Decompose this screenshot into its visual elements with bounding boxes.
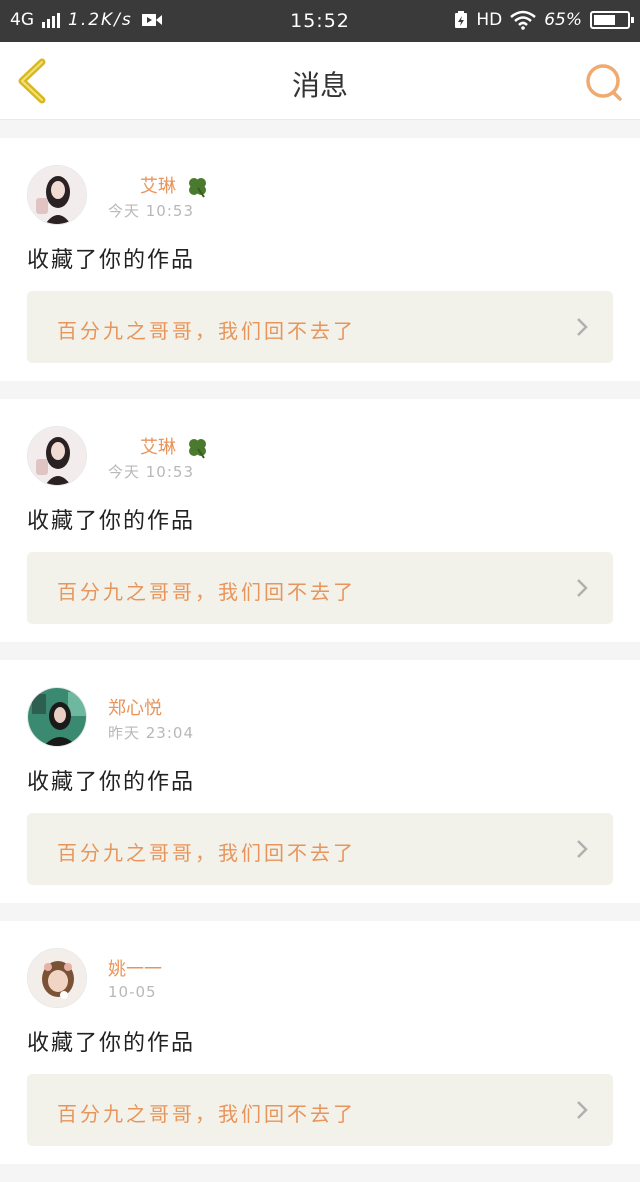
avatar[interactable] — [27, 687, 87, 747]
chevron-right-icon — [577, 579, 588, 597]
nav-bar: 消息 — [0, 42, 640, 120]
message-action: 收藏了你的作品 — [27, 509, 196, 534]
charging-icon — [455, 11, 468, 28]
message-action: 收藏了你的作品 — [27, 770, 196, 795]
message-list: 艾琳 今天 10:53 收藏了你的作品 百分九之哥哥，我们回不去了 艾琳 今天 … — [0, 138, 640, 1182]
chevron-right-icon — [577, 840, 588, 858]
work-title: 百分九之哥哥，我们回不去了 — [57, 1102, 356, 1126]
wifi-icon — [510, 10, 537, 30]
message-time: 今天 10:53 — [108, 463, 194, 481]
page-title: 消息 — [291, 69, 348, 102]
message-time: 10-05 — [108, 983, 157, 1001]
message-card: 艾琳 今天 10:53 收藏了你的作品 百分九之哥哥，我们回不去了 — [0, 138, 640, 381]
battery-percent: 65% — [544, 10, 582, 30]
user-name-text: 艾琳 — [140, 437, 176, 458]
work-link[interactable]: 百分九之哥哥，我们回不去了 — [27, 813, 613, 885]
clover-icon — [188, 178, 206, 198]
avatar[interactable] — [27, 948, 87, 1008]
work-title: 百分九之哥哥，我们回不去了 — [57, 841, 356, 865]
user-name-text: 姚一一 — [108, 959, 162, 980]
user-name-text: 艾琳 — [140, 176, 176, 197]
work-link[interactable]: 百分九之哥哥，我们回不去了 — [27, 291, 613, 363]
chevron-right-icon — [577, 1101, 588, 1119]
hd-label: HD — [476, 10, 503, 30]
message-action: 收藏了你的作品 — [27, 1031, 196, 1056]
user-name[interactable]: 艾琳 — [140, 172, 208, 198]
battery-level — [594, 15, 615, 25]
status-right: HD 65% — [454, 10, 634, 30]
message-action: 收藏了你的作品 — [27, 248, 196, 273]
avatar[interactable] — [27, 165, 87, 225]
user-name-text: 郑心悦 — [108, 698, 162, 719]
search-icon[interactable] — [584, 62, 624, 102]
work-link[interactable]: 百分九之哥哥，我们回不去了 — [27, 552, 613, 624]
status-bar: 4G 1.2K/s 15:52 HD 65% — [0, 0, 640, 42]
message-card: 郑心悦 昨天 23:04 收藏了你的作品 百分九之哥哥，我们回不去了 — [0, 660, 640, 903]
avatar[interactable] — [27, 426, 87, 486]
work-link[interactable]: 百分九之哥哥，我们回不去了 — [27, 1074, 613, 1146]
message-time: 今天 10:53 — [108, 202, 194, 220]
user-name[interactable]: 艾琳 — [140, 433, 208, 459]
message-time: 昨天 23:04 — [108, 724, 194, 742]
work-title: 百分九之哥哥，我们回不去了 — [57, 580, 356, 604]
clover-icon — [188, 439, 206, 459]
chevron-right-icon — [577, 318, 588, 336]
work-title: 百分九之哥哥，我们回不去了 — [57, 319, 356, 343]
user-name[interactable]: 郑心悦 — [108, 694, 162, 720]
message-card: 艾琳 今天 10:53 收藏了你的作品 百分九之哥哥，我们回不去了 — [0, 399, 640, 642]
user-name[interactable]: 姚一一 — [108, 955, 162, 981]
message-card: 姚一一 10-05 收藏了你的作品 百分九之哥哥，我们回不去了 — [0, 921, 640, 1164]
battery-icon — [590, 11, 634, 29]
